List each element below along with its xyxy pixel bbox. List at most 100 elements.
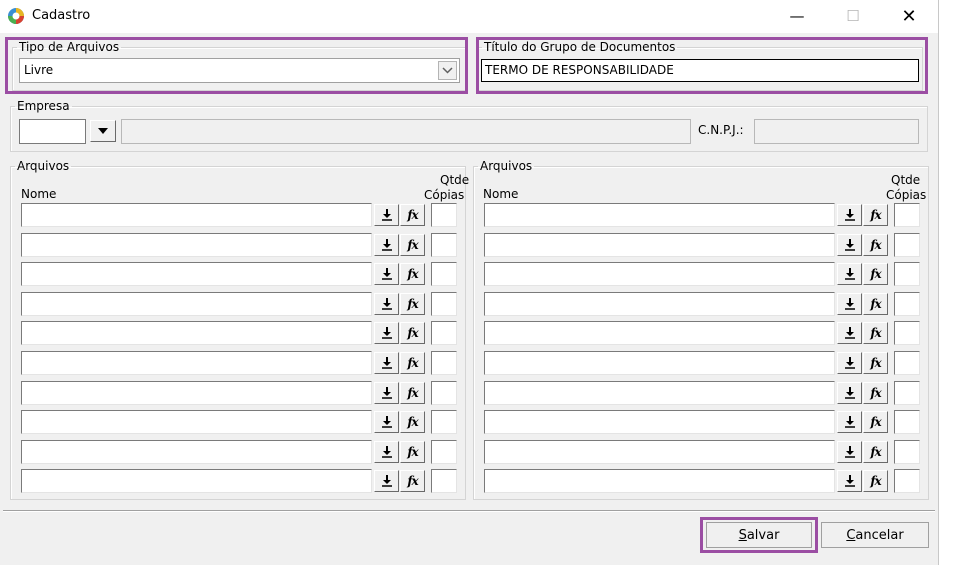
arquivo-nome-input-left[interactable] bbox=[21, 203, 372, 227]
qtde-copias-input-right[interactable] bbox=[894, 262, 920, 287]
download-button-right[interactable] bbox=[837, 204, 862, 226]
fx-button-left[interactable]: fx bbox=[400, 411, 425, 434]
fx-button-right[interactable]: fx bbox=[863, 322, 888, 345]
fx-button-right[interactable]: fx bbox=[863, 440, 888, 463]
arquivo-nome-input-right[interactable] bbox=[484, 321, 835, 346]
fx-button-left[interactable]: fx bbox=[400, 322, 425, 345]
fx-button-right[interactable]: fx bbox=[863, 470, 888, 493]
qtde-copias-input-right[interactable] bbox=[894, 410, 920, 435]
fx-button-right[interactable]: fx bbox=[863, 352, 888, 374]
arquivo-nome-input-left[interactable] bbox=[21, 439, 372, 464]
qtde-copias-input-right[interactable] bbox=[894, 232, 920, 257]
download-button-right[interactable] bbox=[837, 292, 862, 315]
fx-button-left[interactable]: fx bbox=[400, 263, 425, 286]
fx-button-left[interactable]: fx bbox=[400, 292, 425, 315]
empresa-dropdown-button[interactable] bbox=[90, 120, 116, 142]
qtde-copias-input-right[interactable] bbox=[894, 380, 920, 405]
download-arrow-icon bbox=[844, 475, 855, 488]
arquivo-nome-input-left[interactable] bbox=[21, 380, 372, 405]
download-button-left[interactable] bbox=[374, 204, 399, 226]
app-icon bbox=[8, 8, 24, 24]
arquivo-nome-input-right[interactable] bbox=[484, 410, 835, 435]
download-button-left[interactable] bbox=[374, 440, 399, 463]
maximize-button[interactable]: ☐ bbox=[830, 0, 876, 32]
arquivo-nome-input-left[interactable] bbox=[21, 469, 372, 494]
arquivo-nome-input-left[interactable] bbox=[21, 232, 372, 257]
fx-button-right[interactable]: fx bbox=[863, 411, 888, 434]
tipo-arquivos-select[interactable]: Livre bbox=[19, 58, 460, 83]
download-button-left[interactable] bbox=[374, 322, 399, 345]
fx-icon: fx bbox=[870, 267, 881, 282]
footer-separator bbox=[3, 510, 935, 512]
qtde-copias-input-right[interactable] bbox=[894, 203, 920, 227]
qtde-copias-input-left[interactable] bbox=[431, 232, 457, 257]
download-button-left[interactable] bbox=[374, 352, 399, 374]
fx-button-left[interactable]: fx bbox=[400, 440, 425, 463]
arquivo-nome-input-left[interactable] bbox=[21, 351, 372, 375]
nome-header-right: Nome bbox=[483, 187, 519, 201]
download-button-left[interactable] bbox=[374, 381, 399, 404]
fx-button-right[interactable]: fx bbox=[863, 204, 888, 226]
fx-button-right[interactable]: fx bbox=[863, 381, 888, 404]
fx-button-left[interactable]: fx bbox=[400, 381, 425, 404]
fx-icon: fx bbox=[870, 444, 881, 459]
qtde-copias-input-left[interactable] bbox=[431, 469, 457, 494]
arquivo-nome-input-left[interactable] bbox=[21, 291, 372, 316]
download-button-right[interactable] bbox=[837, 381, 862, 404]
qtde-copias-input-left[interactable] bbox=[431, 351, 457, 375]
qtde-copias-input-left[interactable] bbox=[431, 410, 457, 435]
qtde-copias-input-left[interactable] bbox=[431, 262, 457, 287]
qtde-copias-input-left[interactable] bbox=[431, 291, 457, 316]
qtde-copias-input-left[interactable] bbox=[431, 203, 457, 227]
download-button-left[interactable] bbox=[374, 233, 399, 256]
arquivo-nome-input-right[interactable] bbox=[484, 291, 835, 316]
arquivo-nome-input-right[interactable] bbox=[484, 232, 835, 257]
download-arrow-icon bbox=[381, 327, 392, 340]
fx-button-left[interactable]: fx bbox=[400, 233, 425, 256]
empresa-code-input[interactable] bbox=[19, 119, 86, 144]
qtde-copias-input-right[interactable] bbox=[894, 321, 920, 346]
arquivo-nome-input-right[interactable] bbox=[484, 469, 835, 494]
arquivo-nome-input-right[interactable] bbox=[484, 262, 835, 287]
fx-button-right[interactable]: fx bbox=[863, 292, 888, 315]
close-button[interactable]: ✕ bbox=[886, 0, 932, 32]
dropdown-button[interactable] bbox=[438, 61, 457, 80]
qtde-copias-input-right[interactable] bbox=[894, 351, 920, 375]
arquivo-nome-input-right[interactable] bbox=[484, 380, 835, 405]
download-button-left[interactable] bbox=[374, 411, 399, 434]
download-button-right[interactable] bbox=[837, 263, 862, 286]
salvar-button[interactable]: Salvar bbox=[706, 522, 812, 548]
arquivo-nome-input-left[interactable] bbox=[21, 262, 372, 287]
arquivo-nome-input-left[interactable] bbox=[21, 321, 372, 346]
fx-button-right[interactable]: fx bbox=[863, 263, 888, 286]
download-button-right[interactable] bbox=[837, 470, 862, 493]
tipo-arquivos-legend: Tipo de Arquivos bbox=[19, 40, 120, 54]
download-button-right[interactable] bbox=[837, 440, 862, 463]
qtde-copias-input-left[interactable] bbox=[431, 321, 457, 346]
download-arrow-icon bbox=[381, 416, 392, 428]
qtde-copias-input-left[interactable] bbox=[431, 380, 457, 405]
qtde-copias-input-left[interactable] bbox=[431, 439, 457, 464]
minimize-button[interactable]: — bbox=[774, 0, 820, 32]
qtde-copias-input-right[interactable] bbox=[894, 439, 920, 464]
download-button-left[interactable] bbox=[374, 470, 399, 493]
download-button-right[interactable] bbox=[837, 411, 862, 434]
cancelar-button[interactable]: Cancelar bbox=[821, 522, 929, 548]
qtde-copias-input-right[interactable] bbox=[894, 291, 920, 316]
arquivo-nome-input-right[interactable] bbox=[484, 439, 835, 464]
arquivo-nome-input-right[interactable] bbox=[484, 351, 835, 375]
qtde-copias-input-right[interactable] bbox=[894, 469, 920, 494]
download-button-right[interactable] bbox=[837, 233, 862, 256]
fx-button-left[interactable]: fx bbox=[400, 204, 425, 226]
fx-button-right[interactable]: fx bbox=[863, 233, 888, 256]
arquivo-nome-input-left[interactable] bbox=[21, 410, 372, 435]
fx-button-left[interactable]: fx bbox=[400, 352, 425, 374]
arquivo-nome-input-right[interactable] bbox=[484, 203, 835, 227]
fx-button-left[interactable]: fx bbox=[400, 470, 425, 493]
download-button-left[interactable] bbox=[374, 292, 399, 315]
titulo-grupo-input[interactable]: TERMO DE RESPONSABILIDADE bbox=[481, 59, 919, 82]
download-button-left[interactable] bbox=[374, 263, 399, 286]
download-button-right[interactable] bbox=[837, 322, 862, 345]
download-button-right[interactable] bbox=[837, 352, 862, 374]
cnpj-input bbox=[754, 119, 919, 144]
